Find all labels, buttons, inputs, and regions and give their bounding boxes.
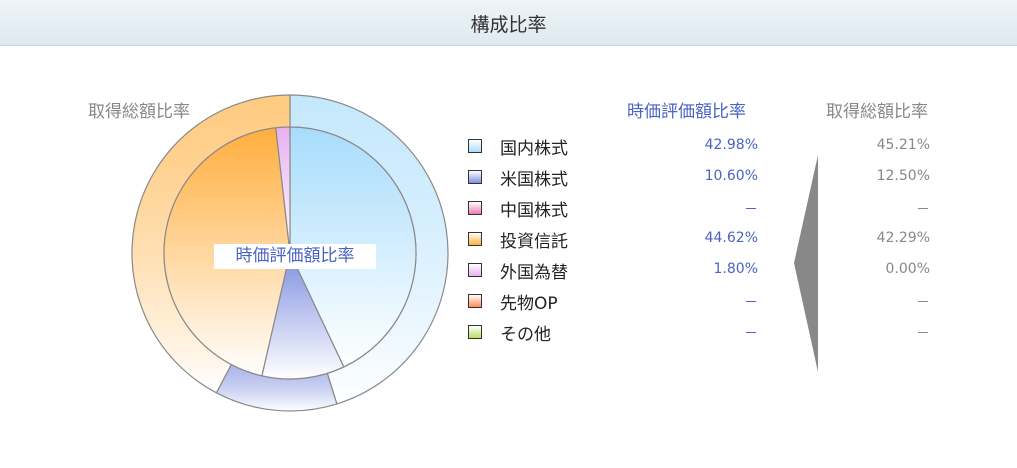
legend-swatch	[468, 201, 482, 215]
acquisition-ratio: 0.00%	[885, 261, 930, 277]
market-value-ratio: －	[744, 202, 758, 218]
legend-swatch	[468, 170, 482, 184]
legend-swatch	[468, 232, 482, 246]
acquisition-ratio: －	[916, 202, 930, 218]
acquisition-column-header: 取得総額比率	[826, 102, 928, 122]
market-value-ratio: －	[744, 326, 758, 342]
legend-swatch	[468, 325, 482, 339]
market-value-ratio: 10.60%	[704, 168, 758, 184]
legend-item: 先物OP － －	[468, 287, 968, 315]
legend-item: 国内株式 42.98% 45.21%	[468, 132, 968, 160]
legend-item: 投資信託 44.62% 42.29%	[468, 225, 968, 253]
acquisition-ratio: 45.21%	[876, 137, 930, 153]
market-value-ratio: 42.98%	[704, 137, 758, 153]
legend-item: その他 － －	[468, 318, 968, 346]
legend-label: 中国株式	[500, 201, 568, 221]
legend-swatch	[468, 294, 482, 308]
legend-label: 投資信託	[500, 232, 568, 252]
inner-pie-label: 時価評価額比率	[214, 244, 376, 269]
market-value-ratio: 44.62%	[704, 230, 758, 246]
market-value-ratio: 1.80%	[713, 261, 758, 277]
acquisition-ratio: －	[916, 295, 930, 311]
acquisition-ratio: －	[916, 326, 930, 342]
legend-item: 中国株式 － －	[468, 194, 968, 222]
outer-ring-label: 取得総額比率	[88, 102, 190, 122]
legend-item: 米国株式 10.60% 12.50%	[468, 163, 968, 191]
legend-item: 外国為替 1.80% 0.00%	[468, 256, 968, 284]
legend-label: 先物OP	[500, 294, 558, 314]
legend-label: 外国為替	[500, 263, 568, 283]
acquisition-ratio: 42.29%	[876, 230, 930, 246]
legend-label: 米国株式	[500, 170, 568, 190]
legend-label: その他	[500, 325, 551, 345]
legend-label: 国内株式	[500, 139, 568, 159]
comparison-arrow-icon	[794, 155, 818, 372]
legend-swatch	[468, 263, 482, 277]
market-value-ratio: －	[744, 295, 758, 311]
acquisition-ratio: 12.50%	[876, 168, 930, 184]
legend-swatch	[468, 139, 482, 153]
market-value-column-header: 時価評価額比率	[627, 102, 746, 122]
